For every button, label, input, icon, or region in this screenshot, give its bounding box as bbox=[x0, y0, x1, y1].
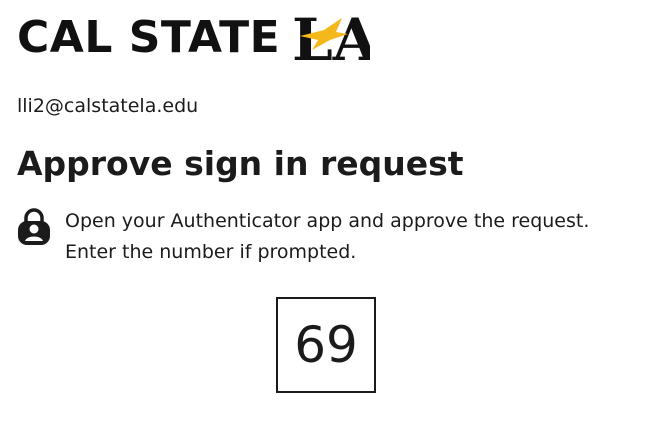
number-match-value: 69 bbox=[294, 316, 358, 374]
instruction-line-2: Enter the number if prompted. bbox=[65, 241, 357, 263]
instruction-line-1: Open your Authenticator app and approve … bbox=[65, 210, 590, 232]
instruction-text: Open your Authenticator app and approve … bbox=[65, 206, 635, 268]
instruction-block: Open your Authenticator app and approve … bbox=[17, 206, 635, 268]
logo-brand-text: CAL STATE bbox=[17, 12, 281, 63]
lock-person-icon bbox=[18, 208, 50, 245]
account-email: lli2@calstatela.edu bbox=[17, 95, 199, 117]
page-title: Approve sign in request bbox=[17, 144, 464, 183]
cal-state-la-logo: CAL STATE LA bbox=[17, 10, 370, 66]
number-match-box: 69 bbox=[276, 297, 376, 393]
logo-la-mark: LA bbox=[292, 10, 370, 66]
